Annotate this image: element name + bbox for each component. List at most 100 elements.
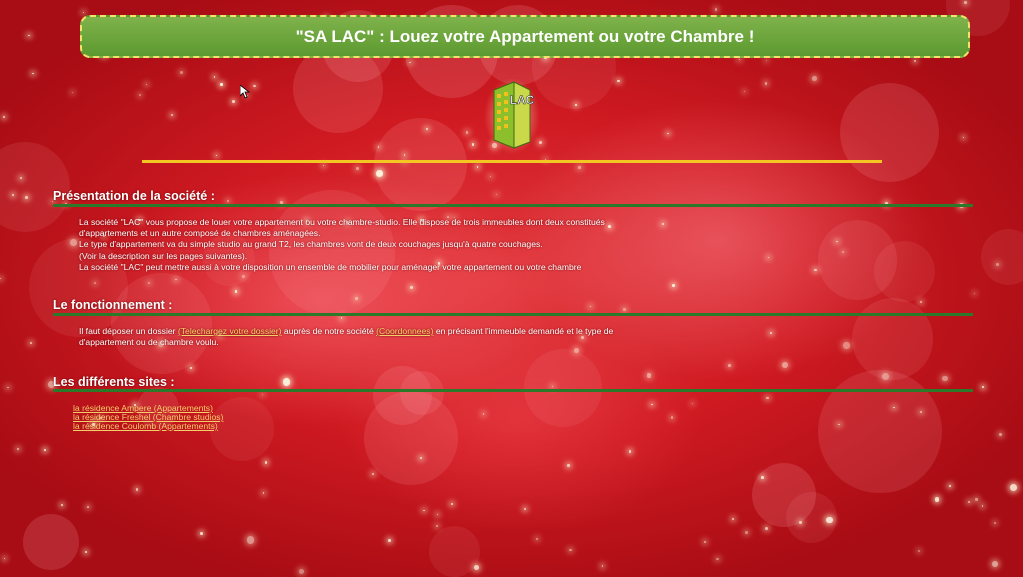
sparkle bbox=[490, 176, 492, 178]
bokeh-light bbox=[524, 348, 602, 427]
bokeh-light bbox=[111, 273, 212, 374]
sparkle bbox=[727, 364, 731, 368]
sparkle bbox=[29, 342, 32, 344]
sparkle bbox=[138, 93, 142, 97]
sparkle bbox=[973, 293, 975, 295]
sparkle bbox=[703, 541, 707, 544]
sparkle bbox=[477, 166, 479, 168]
sparkle bbox=[25, 196, 28, 199]
sparkle bbox=[262, 393, 264, 395]
sparkle bbox=[799, 521, 802, 524]
sparkle bbox=[60, 503, 64, 507]
sparkle bbox=[826, 516, 833, 523]
sparkle bbox=[450, 502, 453, 505]
bokeh-light bbox=[373, 117, 467, 211]
presentation-line: La société "LAC" vous propose de louer v… bbox=[79, 217, 605, 227]
sparkle bbox=[3, 557, 6, 560]
sparkle bbox=[322, 165, 324, 167]
mouse-cursor-icon bbox=[240, 85, 250, 99]
bokeh-light bbox=[817, 220, 898, 300]
download-dossier-link[interactable]: (Telechargez votre dossier) bbox=[178, 326, 282, 336]
sparkle bbox=[568, 548, 572, 552]
sparkle bbox=[32, 72, 35, 75]
bokeh-light bbox=[0, 141, 70, 232]
sparkle bbox=[84, 550, 88, 554]
sparkle bbox=[934, 497, 940, 502]
sparkle bbox=[578, 166, 581, 170]
sparkle bbox=[388, 539, 391, 543]
site-coulomb-link[interactable]: la résidence Coulomb (Appartements) bbox=[73, 421, 218, 431]
sparkle bbox=[376, 170, 383, 177]
sparkle bbox=[769, 332, 772, 335]
sparkle bbox=[962, 136, 965, 139]
sparkle bbox=[524, 507, 527, 510]
sparkle bbox=[146, 83, 148, 85]
bokeh-light bbox=[980, 229, 1023, 285]
section-title-sites: Les différents sites : bbox=[53, 375, 175, 389]
sparkle bbox=[739, 58, 741, 61]
sparkle bbox=[949, 484, 952, 487]
page-title-banner: "SA LAC" : Louez votre Appartement ou vo… bbox=[80, 15, 970, 58]
sparkle bbox=[994, 521, 996, 524]
sparkle bbox=[436, 513, 439, 516]
sparkle bbox=[589, 306, 592, 308]
sparkle bbox=[968, 500, 971, 503]
section-title-presentation: Présentation de la société : bbox=[53, 189, 215, 203]
sparkle bbox=[691, 403, 694, 405]
sparkle bbox=[881, 373, 889, 380]
fonctionnement-line: Il faut déposer un dossier (Telechargez … bbox=[79, 326, 699, 337]
sparkle bbox=[715, 8, 718, 11]
sparkle bbox=[171, 114, 174, 117]
sparkle bbox=[200, 532, 204, 536]
fonctionnement-text: Il faut déposer un dossier (Telechargez … bbox=[79, 326, 699, 348]
sparkle bbox=[651, 403, 654, 406]
sparkle bbox=[999, 433, 1002, 437]
fonctionnement-text-1: Il faut déposer un dossier bbox=[79, 326, 178, 336]
sparkle bbox=[918, 550, 921, 553]
page-title: "SA LAC" : Louez votre Appartement ou vo… bbox=[295, 26, 755, 46]
bokeh-light bbox=[839, 82, 940, 183]
sparkle bbox=[71, 92, 73, 94]
sparkle bbox=[765, 59, 768, 62]
sparkle bbox=[465, 131, 469, 134]
sparkle bbox=[247, 536, 255, 544]
sparkle bbox=[340, 317, 343, 319]
sparkle bbox=[371, 473, 374, 476]
sparkle bbox=[226, 199, 230, 203]
sparkle bbox=[83, 11, 85, 14]
sparkle bbox=[732, 517, 734, 520]
sparkle bbox=[495, 193, 498, 196]
presentation-line: La société "LAC" peut mettre aussi à vot… bbox=[79, 261, 582, 272]
sparkle bbox=[471, 143, 475, 146]
sparkle bbox=[419, 456, 422, 459]
building-logo-icon: LAC bbox=[484, 78, 540, 154]
bokeh-light bbox=[23, 513, 80, 570]
sparkle bbox=[670, 416, 674, 419]
sparkle bbox=[942, 375, 948, 382]
sparkle bbox=[189, 366, 192, 369]
sparkle bbox=[0, 277, 2, 279]
sparkle bbox=[567, 464, 570, 467]
list-item: la résidence Coulomb (Appartements) bbox=[73, 422, 223, 431]
sparkle bbox=[671, 284, 675, 288]
fonctionnement-line: d'appartement ou de chambre voulu. bbox=[79, 337, 219, 348]
sparkle bbox=[7, 386, 9, 389]
sparkle bbox=[811, 76, 817, 82]
sparkle bbox=[135, 488, 138, 491]
sparkle bbox=[283, 378, 291, 386]
sparkle bbox=[409, 285, 413, 289]
section-divider-fonctionnement bbox=[53, 313, 973, 316]
sparkle bbox=[766, 396, 769, 400]
coordonnees-link[interactable]: (Coordonnees) bbox=[376, 326, 433, 336]
sparkle bbox=[482, 413, 485, 415]
sparkle bbox=[981, 385, 985, 389]
presentation-line: d'appartements et un autre composé de ch… bbox=[79, 228, 321, 239]
sparkle bbox=[234, 290, 238, 293]
sparkle bbox=[253, 84, 256, 87]
sparkle bbox=[764, 81, 768, 85]
section-title-fonctionnement: Le fonctionnement : bbox=[53, 298, 173, 312]
sparkle bbox=[215, 154, 217, 157]
sparkle bbox=[16, 448, 20, 451]
sparkle bbox=[93, 282, 96, 284]
sparkle bbox=[628, 450, 632, 454]
